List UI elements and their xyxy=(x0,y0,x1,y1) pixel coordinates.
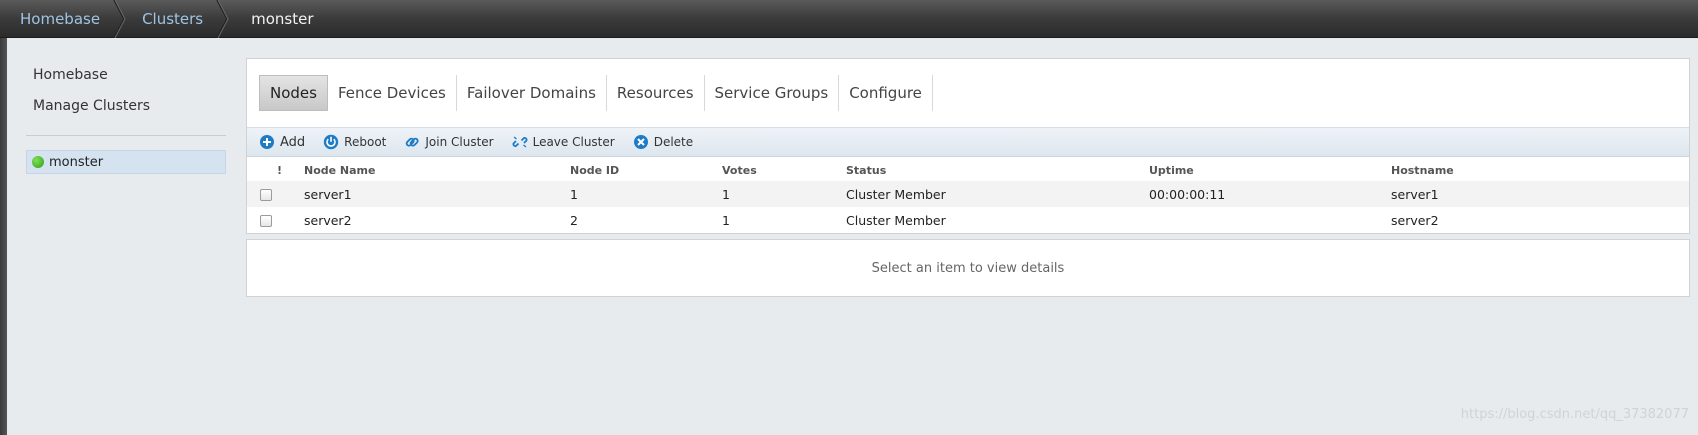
cell-node-id: 1 xyxy=(570,181,722,207)
leave-cluster-button[interactable]: Leave Cluster xyxy=(512,134,615,150)
cell-votes: 1 xyxy=(722,181,846,207)
sidebar-item-cluster-monster[interactable]: monster xyxy=(26,150,226,174)
sidebar-divider xyxy=(26,135,226,136)
header-status[interactable]: Status xyxy=(846,159,1149,181)
cell-hostname: server2 xyxy=(1391,207,1689,233)
header-flag[interactable]: ! xyxy=(277,159,304,181)
row-flag-cell xyxy=(277,181,304,207)
header-hostname[interactable]: Hostname xyxy=(1391,159,1689,181)
tab-bar: Nodes Fence Devices Failover Domains Res… xyxy=(259,75,933,111)
sidebar-link-homebase[interactable]: Homebase xyxy=(26,60,226,91)
status-ok-icon xyxy=(32,156,44,168)
sidebar-link-manage-clusters[interactable]: Manage Clusters xyxy=(26,91,226,122)
tab-fence-devices[interactable]: Fence Devices xyxy=(328,75,457,111)
header-node-id[interactable]: Node ID xyxy=(570,159,722,181)
add-button[interactable]: Add xyxy=(259,134,305,150)
nodes-panel: Nodes Fence Devices Failover Domains Res… xyxy=(246,58,1690,234)
watermark: https://blog.csdn.net/qq_37382077 xyxy=(1460,407,1689,422)
cell-node-name: server1 xyxy=(304,181,570,207)
row-select-cell xyxy=(247,207,277,233)
tab-service-groups[interactable]: Service Groups xyxy=(705,75,840,111)
row-flag-cell xyxy=(277,207,304,233)
leave-cluster-button-label: Leave Cluster xyxy=(532,135,615,149)
breadcrumb-clusters-label: Clusters xyxy=(142,9,204,28)
tab-nodes[interactable]: Nodes xyxy=(259,75,328,111)
link-icon xyxy=(406,137,419,147)
header-node-name[interactable]: Node Name xyxy=(304,159,570,181)
cell-hostname: server1 xyxy=(1391,181,1689,207)
delete-button[interactable]: Delete xyxy=(633,134,693,150)
delete-button-label: Delete xyxy=(653,135,694,149)
tab-failover-domains[interactable]: Failover Domains xyxy=(457,75,607,111)
cell-uptime: 00:00:00:11 xyxy=(1149,181,1391,207)
reboot-button-label: Reboot xyxy=(344,135,387,149)
breadcrumb-current: monster xyxy=(225,0,335,37)
breadcrumb-clusters[interactable]: Clusters xyxy=(122,0,229,38)
join-cluster-button-label: Join Cluster xyxy=(425,135,494,149)
header-select xyxy=(247,159,277,181)
cell-uptime xyxy=(1149,207,1391,233)
cell-votes: 1 xyxy=(722,207,846,233)
table-row[interactable]: server2 2 1 Cluster Member server2 xyxy=(247,207,1689,233)
breadcrumb-current-label: monster xyxy=(251,9,314,28)
toolbar: Add Reboot Join Cluster Leave Cluster De… xyxy=(247,127,1689,157)
add-button-label: Add xyxy=(280,134,306,150)
row-checkbox[interactable] xyxy=(260,189,272,201)
cell-status: Cluster Member xyxy=(846,181,1149,207)
sidebar: Homebase Manage Clusters monster xyxy=(26,60,226,174)
breadcrumb-homebase[interactable]: Homebase xyxy=(0,0,126,38)
tab-resources[interactable]: Resources xyxy=(607,75,705,111)
row-checkbox[interactable] xyxy=(260,215,272,227)
header-votes[interactable]: Votes xyxy=(722,159,846,181)
cell-status: Cluster Member xyxy=(846,207,1149,233)
reboot-button[interactable]: Reboot xyxy=(323,134,386,150)
cell-node-id: 2 xyxy=(570,207,722,233)
broken-link-icon xyxy=(512,136,528,148)
tab-configure[interactable]: Configure xyxy=(839,75,933,111)
row-select-cell xyxy=(247,181,277,207)
left-edge-strip xyxy=(0,0,7,435)
table-row[interactable]: server1 1 1 Cluster Member 00:00:00:11 s… xyxy=(247,181,1689,207)
join-cluster-button[interactable]: Join Cluster xyxy=(404,134,494,150)
breadcrumb-homebase-label: Homebase xyxy=(20,9,101,28)
header-uptime[interactable]: Uptime xyxy=(1149,159,1391,181)
table-header-row: ! Node Name Node ID Votes Status Uptime … xyxy=(247,159,1689,181)
details-panel: Select an item to view details xyxy=(246,239,1690,297)
plus-circle-icon xyxy=(260,135,274,149)
details-placeholder: Select an item to view details xyxy=(871,260,1065,276)
cell-node-name: server2 xyxy=(304,207,570,233)
nodes-table: ! Node Name Node ID Votes Status Uptime … xyxy=(247,159,1689,233)
close-circle-icon xyxy=(633,135,648,149)
power-icon xyxy=(323,134,339,150)
breadcrumb: Homebase Clusters monster xyxy=(0,0,1698,38)
cluster-name: monster xyxy=(49,154,104,170)
